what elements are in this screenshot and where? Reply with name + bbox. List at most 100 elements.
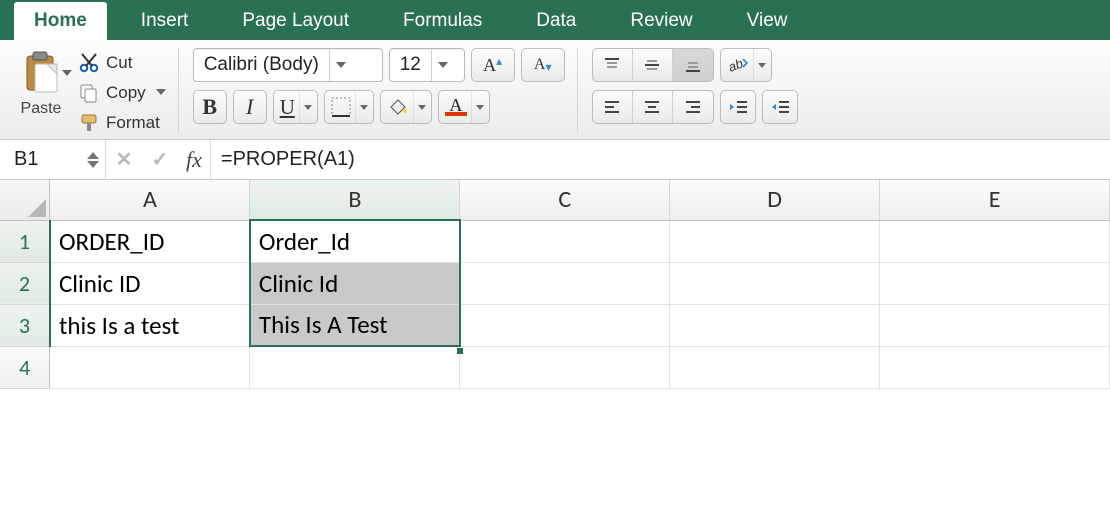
- cell-C1[interactable]: [460, 220, 670, 262]
- vertical-align-segment: [592, 48, 714, 82]
- row-header-2[interactable]: 2: [0, 262, 50, 304]
- decrease-font-icon: A▾: [534, 56, 552, 74]
- font-name-combo[interactable]: Calibri (Body): [193, 48, 383, 82]
- cell-C3[interactable]: [460, 304, 670, 346]
- align-top-button[interactable]: [593, 49, 633, 81]
- italic-button[interactable]: I: [233, 90, 267, 124]
- cell-C2[interactable]: [460, 262, 670, 304]
- orientation-button[interactable]: ab: [720, 48, 772, 82]
- stepper-up-icon[interactable]: [87, 152, 99, 159]
- cell-B4[interactable]: [250, 346, 460, 388]
- col-E-label: E: [989, 185, 1001, 214]
- cell-E1[interactable]: [880, 220, 1110, 262]
- tab-view[interactable]: View: [727, 2, 808, 40]
- row-header-1[interactable]: 1: [0, 220, 50, 262]
- fill-color-button[interactable]: [380, 90, 432, 124]
- cell-A2[interactable]: Clinic ID: [50, 262, 250, 304]
- accept-formula-button[interactable]: ✓: [142, 147, 178, 172]
- tab-review-label: Review: [630, 10, 692, 31]
- col-A-label: A: [143, 185, 157, 214]
- cell-E4[interactable]: [880, 346, 1110, 388]
- font-name-value: Calibri (Body): [194, 54, 329, 76]
- cell-reference: B1: [14, 148, 38, 171]
- cell-A2-value: Clinic ID: [59, 268, 141, 299]
- paste-button[interactable]: Paste: [10, 48, 72, 118]
- cancel-icon: ✕: [116, 147, 133, 172]
- font-size-caret[interactable]: [431, 49, 455, 81]
- cell-B1[interactable]: Order_Id: [250, 220, 460, 262]
- column-header-D[interactable]: D: [670, 180, 880, 220]
- cell-B3[interactable]: This Is A Test: [250, 304, 460, 346]
- underline-button[interactable]: U: [273, 90, 318, 124]
- increase-font-button[interactable]: A▴: [471, 48, 515, 82]
- cancel-formula-button[interactable]: ✕: [106, 147, 142, 172]
- font-color-button[interactable]: A: [438, 90, 490, 124]
- column-header-B[interactable]: B: [250, 180, 460, 220]
- stepper-down-icon[interactable]: [87, 161, 99, 168]
- font-name-caret[interactable]: [329, 49, 353, 81]
- font-size-value: 12: [390, 54, 431, 76]
- align-middle-icon: [642, 55, 662, 75]
- column-header-C[interactable]: C: [460, 180, 670, 220]
- cell-E2[interactable]: [880, 262, 1110, 304]
- tab-formulas-label: Formulas: [403, 10, 482, 31]
- cell-D3[interactable]: [670, 304, 880, 346]
- tab-home[interactable]: Home: [14, 2, 107, 40]
- format-painter-button[interactable]: Format: [78, 110, 166, 136]
- cell-D2[interactable]: [670, 262, 880, 304]
- decrease-indent-button[interactable]: [720, 90, 756, 124]
- cut-button[interactable]: Cut: [78, 50, 166, 76]
- name-box-stepper[interactable]: [87, 152, 99, 168]
- cell-A1[interactable]: ORDER_ID: [50, 220, 250, 262]
- row-header-4[interactable]: 4: [0, 346, 50, 388]
- copy-icon: [78, 82, 100, 104]
- align-left-button[interactable]: [593, 91, 633, 123]
- tab-formulas[interactable]: Formulas: [383, 2, 502, 40]
- group-alignment: ab: [592, 48, 810, 133]
- cell-E3[interactable]: [880, 304, 1110, 346]
- cell-C4[interactable]: [460, 346, 670, 388]
- align-center-button[interactable]: [633, 91, 673, 123]
- copy-button[interactable]: Copy: [78, 80, 166, 106]
- align-bottom-button[interactable]: [673, 49, 713, 81]
- tab-page-layout-label: Page Layout: [242, 10, 349, 31]
- formula-value: =PROPER(A1): [221, 148, 355, 171]
- tab-view-label: View: [747, 10, 788, 31]
- tab-bar: Home Insert Page Layout Formulas Data Re…: [0, 0, 1110, 40]
- align-right-button[interactable]: [673, 91, 713, 123]
- fx-label[interactable]: fx: [178, 140, 211, 179]
- tab-data[interactable]: Data: [516, 2, 596, 40]
- cell-D4[interactable]: [670, 346, 880, 388]
- cell-A3[interactable]: this Is a test: [50, 304, 250, 346]
- align-middle-button[interactable]: [633, 49, 673, 81]
- row-2-label: 2: [19, 270, 30, 297]
- font-color-icon: A: [445, 98, 467, 116]
- column-header-E[interactable]: E: [880, 180, 1110, 220]
- decrease-font-button[interactable]: A▾: [521, 48, 565, 82]
- borders-button[interactable]: [324, 90, 374, 124]
- format-label: Format: [106, 113, 160, 133]
- fx-text: fx: [186, 147, 202, 173]
- borders-icon: [331, 97, 351, 117]
- bold-button[interactable]: B: [193, 90, 227, 124]
- fill-handle[interactable]: [456, 347, 464, 355]
- svg-text:ab: ab: [727, 56, 745, 75]
- select-all-corner[interactable]: [0, 180, 50, 220]
- cell-A4[interactable]: [50, 346, 250, 388]
- increase-indent-button[interactable]: [762, 90, 798, 124]
- formula-input[interactable]: =PROPER(A1): [221, 140, 1110, 179]
- row-header-3[interactable]: 3: [0, 304, 50, 346]
- name-box[interactable]: B1: [6, 140, 106, 179]
- cell-B1-value: Order_Id: [259, 226, 350, 257]
- tab-data-label: Data: [536, 10, 576, 31]
- cell-A3-value: this Is a test: [59, 310, 179, 341]
- tab-insert[interactable]: Insert: [121, 2, 209, 40]
- group-clipboard: Paste Cut Copy Format: [10, 48, 179, 133]
- cell-B2[interactable]: Clinic Id: [250, 262, 460, 304]
- cell-D1[interactable]: [670, 220, 880, 262]
- font-size-combo[interactable]: 12: [389, 48, 465, 82]
- group-font: Calibri (Body) 12 A▴ A▾ B I U: [193, 48, 578, 133]
- tab-review[interactable]: Review: [610, 2, 712, 40]
- column-header-A[interactable]: A: [50, 180, 250, 220]
- tab-page-layout[interactable]: Page Layout: [222, 2, 369, 40]
